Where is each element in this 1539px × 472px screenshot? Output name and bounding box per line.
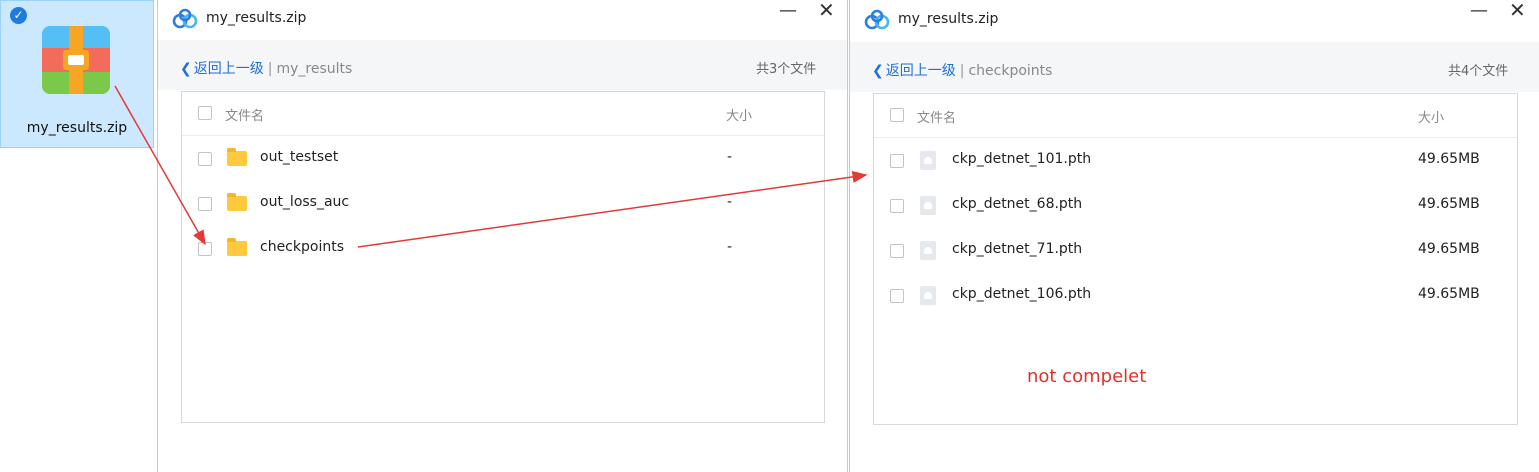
breadcrumb-separator: | [959,63,965,79]
list-item[interactable]: ckp_detnet_106.pth 49.65MB [874,273,1517,318]
folder-icon [227,193,247,211]
item-size: 49.65MB [1418,286,1480,302]
file-icon [920,151,936,170]
annotation-note: not compelet [1027,366,1147,387]
minimize-button[interactable]: — [779,0,797,21]
chevron-left-icon[interactable]: ❮ [180,61,192,77]
breadcrumb-separator: | [267,61,273,77]
close-button[interactable]: ✕ [818,0,835,22]
item-size: - [727,194,733,210]
file-icon [920,241,936,260]
close-button[interactable]: ✕ [1509,0,1526,22]
item-name: ckp_detnet_106.pth [952,286,1092,302]
current-folder: my_results [276,61,353,77]
item-size: 49.65MB [1418,151,1480,167]
title-bar: my_results.zip — ✕ [850,0,1539,40]
breadcrumb: ❮ 返回上一级 | my_results [180,58,352,78]
row-checkbox[interactable] [890,154,904,168]
title-bar: my_results.zip — ✕ [158,0,847,40]
item-name: out_loss_auc [260,194,350,210]
checkmark-icon: ✓ [10,7,27,24]
column-header-size[interactable]: 大小 [726,105,752,124]
select-all-checkbox[interactable] [198,106,212,120]
select-all-checkbox[interactable] [890,108,904,122]
minimize-button[interactable]: — [1470,0,1488,21]
back-button[interactable]: 返回上一级 [194,61,264,77]
column-header-name[interactable]: 文件名 [225,105,264,124]
file-count: 共3个文件 [756,62,817,77]
item-size: 49.65MB [1418,196,1480,212]
column-header-size[interactable]: 大小 [1418,107,1444,126]
breadcrumb: ❮ 返回上一级 | checkpoints [872,60,1052,80]
item-name: ckp_detnet_101.pth [952,151,1092,167]
list-item[interactable]: out_testset - [182,136,824,181]
item-name: ckp_detnet_68.pth [952,196,1083,212]
baidu-cloud-icon [864,9,890,30]
item-size: - [727,149,733,165]
folder-icon [227,238,247,256]
archive-window-root: my_results.zip — ✕ ❮ 返回上一级 | my_results 共3个… [157,0,848,472]
zip-archive-icon [42,26,110,94]
breadcrumb-bar: ❮ 返回上一级 | my_results 共3个文件 [158,40,847,90]
row-checkbox[interactable] [198,152,212,166]
file-count: 共4个文件 [1448,64,1509,79]
item-name: ckp_detnet_71.pth [952,241,1083,257]
file-icon [920,196,936,215]
list-item[interactable]: out_loss_auc - [182,181,824,226]
file-icon [920,286,936,305]
item-name: checkpoints [260,239,344,255]
folder-icon [227,148,247,166]
row-checkbox[interactable] [198,197,212,211]
list-item[interactable]: ckp_detnet_71.pth 49.65MB [874,228,1517,273]
list-header: 文件名 大小 [182,92,824,136]
breadcrumb-bar: ❮ 返回上一级 | checkpoints 共4个文件 [850,42,1539,92]
list-item[interactable]: ckp_detnet_101.pth 49.65MB [874,138,1517,183]
file-list: 文件名 大小 ckp_detnet_101.pth 49.65MB ckp_de… [873,93,1518,425]
row-checkbox[interactable] [198,242,212,256]
chevron-left-icon[interactable]: ❮ [872,63,884,79]
list-item[interactable]: ckp_detnet_68.pth 49.65MB [874,183,1517,228]
desktop-zip-file[interactable]: ✓ my_results.zip [0,0,154,148]
row-checkbox[interactable] [890,244,904,258]
item-size: - [727,239,733,255]
desktop-file-label: my_results.zip [26,120,128,136]
window-title: my_results.zip [898,11,999,27]
item-name: out_testset [260,149,339,165]
baidu-cloud-icon [172,8,198,29]
back-button[interactable]: 返回上一级 [886,63,956,79]
row-checkbox[interactable] [890,289,904,303]
row-checkbox[interactable] [890,199,904,213]
file-list: 文件名 大小 out_testset - out_loss_auc - chec… [181,91,825,423]
window-title: my_results.zip [206,10,307,26]
list-header: 文件名 大小 [874,94,1517,138]
column-header-name[interactable]: 文件名 [917,107,956,126]
item-size: 49.65MB [1418,241,1480,257]
list-item[interactable]: checkpoints - [182,226,824,271]
checkpoints-window-root: my_results.zip — ✕ ❮ 返回上一级 | checkpoints 共4… [849,0,1539,472]
current-folder: checkpoints [968,63,1053,79]
